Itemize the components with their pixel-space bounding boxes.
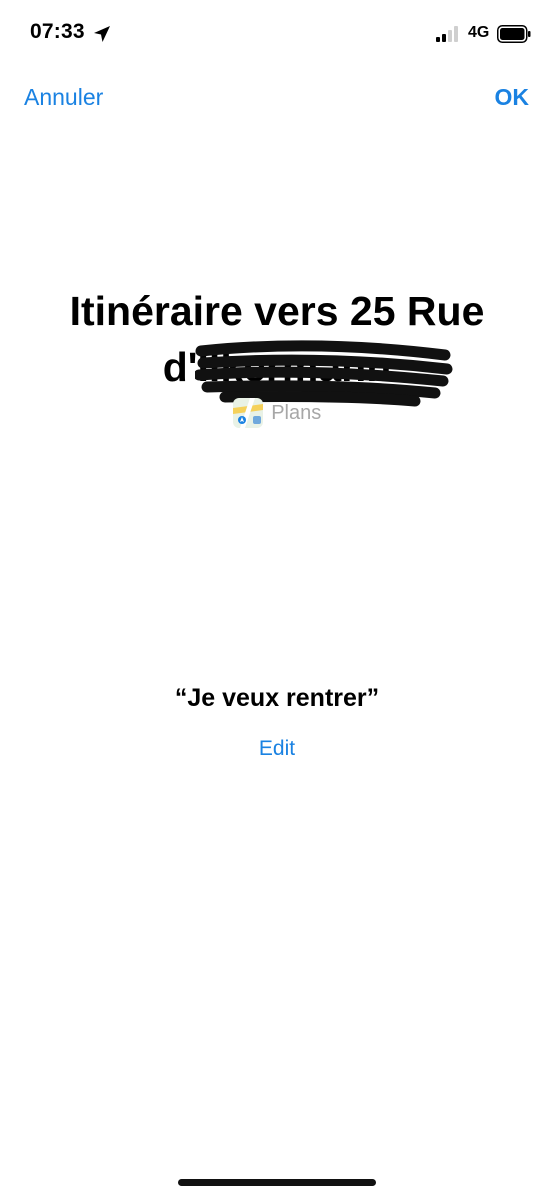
signal-bars-icon — [436, 26, 458, 42]
redaction-scribble — [194, 340, 453, 407]
ok-button[interactable]: OK — [495, 84, 530, 111]
home-indicator[interactable] — [178, 1179, 376, 1186]
app-attribution: Plans — [0, 398, 554, 428]
network-type: 4G — [468, 24, 490, 41]
status-bar: 07:33 4G — [0, 0, 554, 70]
route-title: Itinéraire vers 25 Rue d'Ilkermann — [20, 283, 534, 407]
battery-icon — [497, 25, 531, 43]
redacted-address: d'Ilkermann — [163, 339, 453, 407]
app-name: Plans — [271, 401, 322, 424]
cancel-button[interactable]: Annuler — [24, 84, 103, 111]
shortcut-phrase: “Je veux rentrer” — [174, 684, 380, 712]
status-time: 07:33 — [30, 20, 85, 43]
location-arrow-icon — [94, 26, 110, 42]
edit-button[interactable]: Edit — [0, 737, 554, 761]
title-line-1: Itinéraire vers 25 Rue — [69, 288, 485, 334]
maps-app-icon — [232, 398, 263, 428]
